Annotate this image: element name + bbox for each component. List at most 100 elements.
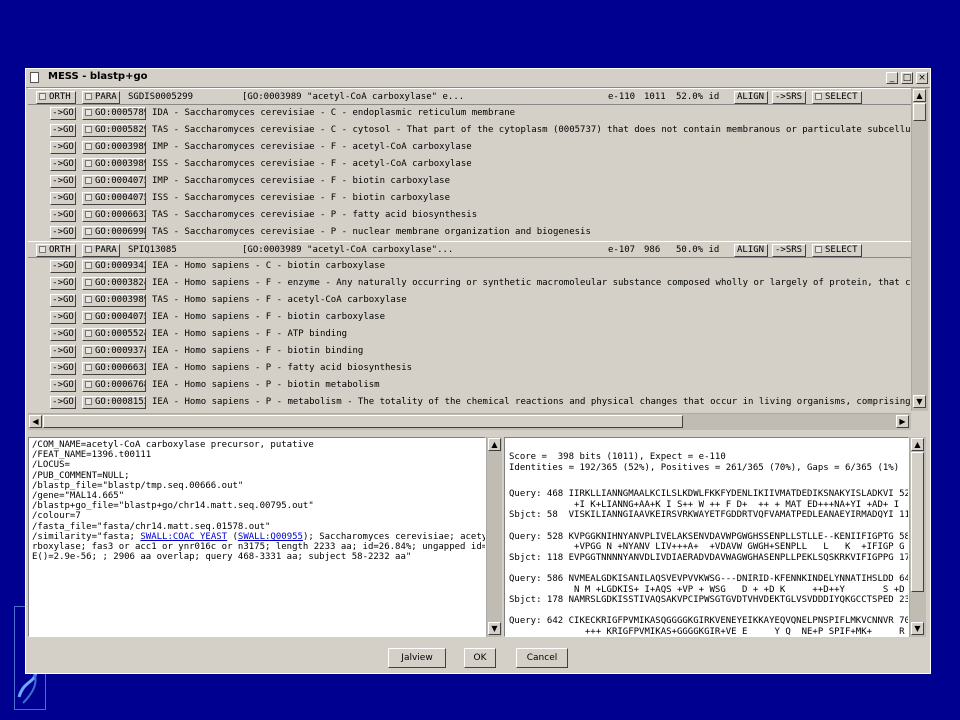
go-link-button[interactable]: ->GO <box>50 345 76 358</box>
hit-evalue: e-110 <box>608 92 636 102</box>
go-term-button[interactable]: GO:0005524 <box>82 328 146 341</box>
annotation-line: /blastp+go_file="blastp+go/chr14.matt.se… <box>32 501 314 512</box>
scroll-up-arrow-icon[interactable]: ▲ <box>911 438 924 451</box>
scroll-up-arrow-icon[interactable]: ▲ <box>913 89 926 102</box>
go-link-button[interactable]: ->GO <box>50 158 76 171</box>
go-link-button[interactable]: ->GO <box>50 107 76 120</box>
para-button[interactable]: PARA <box>82 244 120 257</box>
go-annotation-text: IEA - Homo sapiens - F - biotin carboxyl… <box>152 312 385 322</box>
go-link-button[interactable]: ->GO <box>50 260 76 273</box>
go-row: ->GO GO:0005829 TAS - Saccharomyces cerevi… <box>28 122 911 139</box>
para-button[interactable]: PARA <box>82 91 120 104</box>
go-term-button[interactable]: GO:0003989 <box>82 158 146 171</box>
maximize-button[interactable]: □ <box>901 72 913 84</box>
go-term-button[interactable]: GO:0004075 <box>82 311 146 324</box>
para-label: PARA <box>95 245 117 255</box>
minimize-button[interactable]: _ <box>886 72 898 84</box>
hit-list-horizontal-scrollbar[interactable]: ◀ ▶ <box>28 413 911 430</box>
go-annotation-text: IEA - Homo sapiens - C - biotin carboxyl… <box>152 261 385 271</box>
srs-button[interactable]: ->SRS <box>772 244 806 257</box>
orth-button[interactable]: ORTH <box>36 244 76 257</box>
go-link-button[interactable]: ->GO <box>50 124 76 137</box>
select-button[interactable]: SELECT <box>812 244 862 257</box>
alignment-line: Query: 528 KVPGGKNIHNYANVPLIVELAKSENVDAV… <box>509 531 909 542</box>
annotation-line: /PUB_COMMENT=NULL; <box>32 470 130 481</box>
go-row: ->GO GO:0006768 IEA - Homo sapiens - P - b… <box>28 377 911 394</box>
similarity-line: /similarity="fasta; SWALL:COAC_YEAST (SW… <box>32 531 486 542</box>
scroll-up-arrow-icon[interactable]: ▲ <box>488 438 501 451</box>
srs-button[interactable]: ->SRS <box>772 91 806 104</box>
scroll-thumb[interactable] <box>913 103 926 121</box>
document-icon <box>30 72 39 83</box>
go-term-button[interactable]: GO:0004075 <box>82 192 146 205</box>
alignment-line: Identities = 192/365 (52%), Positives = … <box>509 462 900 473</box>
go-link-button[interactable]: ->GO <box>50 192 76 205</box>
close-button[interactable]: × <box>916 72 928 84</box>
alignment-scroll-thumb[interactable] <box>911 452 924 592</box>
go-link-button[interactable]: ->GO <box>50 362 76 375</box>
annotation-text-pane[interactable]: /COM_NAME=acetyl-CoA carboxylase precurs… <box>28 437 486 637</box>
alignment-line: Query: 468 IIRKLLIANNGMAALKCILSLKDWLFKKF… <box>509 489 909 500</box>
hit-list-vertical-scrollbar[interactable]: ▲ ▼ <box>911 88 928 411</box>
scroll-down-arrow-icon[interactable]: ▼ <box>913 395 926 408</box>
horizontal-scroll-thumb[interactable] <box>43 415 683 428</box>
annotation-vertical-scrollbar[interactable]: ▲ ▼ <box>486 437 502 637</box>
scroll-down-arrow-icon[interactable]: ▼ <box>488 622 501 635</box>
go-term-button[interactable]: GO:0006633 <box>82 362 146 375</box>
go-term-button[interactable]: GO:0006633 <box>82 209 146 222</box>
ok-button[interactable]: OK <box>464 648 496 668</box>
go-link-button[interactable]: ->GO <box>50 209 76 222</box>
hit-header-row: ORTH PARA SPIQ13085 [GO:0003989 "acetyl-CoA… <box>28 241 911 258</box>
jalview-button[interactable]: Jalview <box>388 648 446 668</box>
go-term-button[interactable]: GO:0008152 <box>82 396 146 409</box>
hit-identity: 50.0% id <box>676 245 720 255</box>
go-annotation-text: TAS - Homo sapiens - F - acetyl-CoA carb… <box>152 295 407 305</box>
alignment-text-pane[interactable]: Score = 398 bits (1011), Expect = e-110 I… <box>504 437 909 637</box>
go-term-button[interactable]: GO:0003989 <box>82 141 146 154</box>
go-term-button[interactable]: GO:0003824 <box>82 277 146 290</box>
go-term-button[interactable]: GO:0004075 <box>82 175 146 188</box>
select-button[interactable]: SELECT <box>812 91 862 104</box>
go-row: ->GO GO:0003989 ISS - Saccharomyces cerevi… <box>28 156 911 173</box>
scroll-left-arrow-icon[interactable]: ◀ <box>29 415 42 428</box>
scroll-down-arrow-icon[interactable]: ▼ <box>911 622 924 635</box>
orth-button[interactable]: ORTH <box>36 91 76 104</box>
go-term-id: GO:0009343 <box>95 261 146 271</box>
go-term-button[interactable]: GO:0005789 <box>82 107 146 120</box>
scroll-right-arrow-icon[interactable]: ▶ <box>896 415 909 428</box>
go-term-id: GO:0004075 <box>95 193 146 203</box>
go-link-button[interactable]: ->GO <box>50 396 76 409</box>
swall-link-q00955[interactable]: SWALL:Q00955 <box>238 532 303 542</box>
go-annotation-text: IEA - Homo sapiens - P - biotin metaboli… <box>152 380 380 390</box>
go-row: ->GO GO:0008152 IEA - Homo sapiens - P - m… <box>28 394 911 411</box>
go-term-id: GO:0005789 <box>95 108 146 118</box>
go-link-button[interactable]: ->GO <box>50 379 76 392</box>
go-link-button[interactable]: ->GO <box>50 328 76 341</box>
go-term-id: GO:0003989 <box>95 142 146 152</box>
go-term-button[interactable]: GO:0009374 <box>82 345 146 358</box>
go-term-button[interactable]: GO:0003989 <box>82 294 146 307</box>
alignment-line: N M +LGDKIS+ I+AQS +VP + WSG D + +D K ++… <box>509 584 905 595</box>
go-link-button[interactable]: ->GO <box>50 141 76 154</box>
go-link-button[interactable]: ->GO <box>50 175 76 188</box>
similarity-rest: ); Saccharomyces cerevisiae; acetyl-coa … <box>302 531 486 542</box>
go-annotation-text: IEA - Homo sapiens - P - metabolism - Th… <box>152 397 911 407</box>
go-term-button[interactable]: GO:0006768 <box>82 379 146 392</box>
swall-link-coac-yeast[interactable]: SWALL:COAC_YEAST <box>140 532 227 542</box>
alignment-vertical-scrollbar[interactable]: ▲ ▼ <box>909 437 926 637</box>
go-link-button[interactable]: ->GO <box>50 226 76 239</box>
go-link-button[interactable]: ->GO <box>50 311 76 324</box>
go-link-button[interactable]: ->GO <box>50 277 76 290</box>
go-annotation-text: IEA - Homo sapiens - F - biotin binding <box>152 346 364 356</box>
go-term-button[interactable]: GO:0009343 <box>82 260 146 273</box>
hit-id: SGDIS0005299 <box>128 92 194 102</box>
go-annotation-text: TAS - Saccharomyces cerevisiae - C - cyt… <box>152 125 911 135</box>
go-link-button[interactable]: ->GO <box>50 294 76 307</box>
go-term-button[interactable]: GO:0006998 <box>82 226 146 239</box>
hit-description: [GO:0003989 "acetyl-CoA carboxylase"... <box>242 245 454 255</box>
cancel-button[interactable]: Cancel <box>516 648 568 668</box>
align-button[interactable]: ALIGN <box>734 91 768 104</box>
annotation-line: E()=2.9e-56; ; 2906 aa overlap; query 46… <box>32 552 412 563</box>
align-button[interactable]: ALIGN <box>734 244 768 257</box>
go-term-button[interactable]: GO:0005829 <box>82 124 146 137</box>
